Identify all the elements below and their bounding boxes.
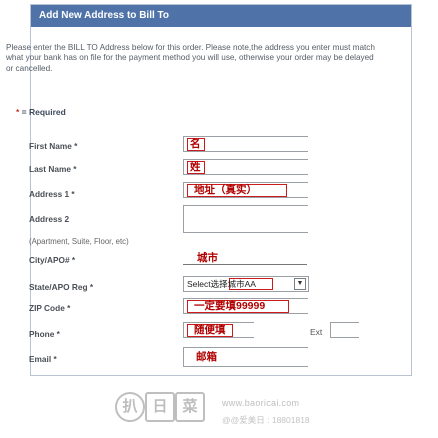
required-note: * = Required xyxy=(16,107,66,117)
state-select-value: Select选择城市AA xyxy=(187,279,256,289)
email-value: 邮箱 xyxy=(196,351,217,363)
email-label: Email * xyxy=(29,354,57,364)
address2-field[interactable] xyxy=(183,205,308,233)
state-label: State/APO Reg * xyxy=(29,282,94,292)
state-select[interactable]: Select选择城市AA ▼ xyxy=(183,276,309,292)
city-label: City/APO# * xyxy=(29,255,76,265)
watermark-subtitle: @@爱美日 : 18801818 xyxy=(222,415,310,425)
ext-label: Ext xyxy=(310,327,323,337)
last-name-value: 姓 xyxy=(190,161,201,173)
address1-field[interactable]: 地址（真实） xyxy=(183,182,308,198)
chevron-down-icon[interactable]: ▼ xyxy=(294,278,306,290)
address1-value: 地址（真实） xyxy=(194,184,257,196)
ext-field[interactable] xyxy=(330,322,359,338)
watermark-url: www.baoricai.com xyxy=(222,398,300,408)
first-name-field[interactable]: 名 xyxy=(183,136,308,152)
phone-label: Phone * xyxy=(29,329,60,339)
watermark-char: 日 xyxy=(145,392,175,422)
watermark-char: 菜 xyxy=(175,392,205,422)
address2-label: Address 2 xyxy=(29,214,70,224)
zip-field[interactable]: 一定要填99999 xyxy=(183,298,308,314)
phone-value: 随便填 xyxy=(194,324,226,336)
last-name-field[interactable]: 姓 xyxy=(183,159,308,175)
first-name-value: 名 xyxy=(190,138,201,150)
address2-hint: (Apartment, Suite, Floor, etc) xyxy=(29,237,129,246)
zip-label: ZIP Code * xyxy=(29,303,71,313)
intro-text: Please enter the BILL TO Address below f… xyxy=(6,43,375,73)
first-name-label: First Name * xyxy=(29,141,78,151)
panel-title: Add New Address to Bill To xyxy=(31,5,411,27)
watermark-char: 扒 xyxy=(115,392,145,422)
city-value: 城市 xyxy=(197,252,218,264)
last-name-label: Last Name * xyxy=(29,164,77,174)
email-field[interactable]: 邮箱 xyxy=(183,347,308,367)
required-note-text: = Required xyxy=(21,107,66,117)
phone-field[interactable]: 随便填 xyxy=(183,322,254,338)
watermark-logo: 扒 日 菜 xyxy=(115,392,205,426)
address1-label: Address 1 * xyxy=(29,189,75,199)
zip-value: 一定要填99999 xyxy=(194,300,266,312)
